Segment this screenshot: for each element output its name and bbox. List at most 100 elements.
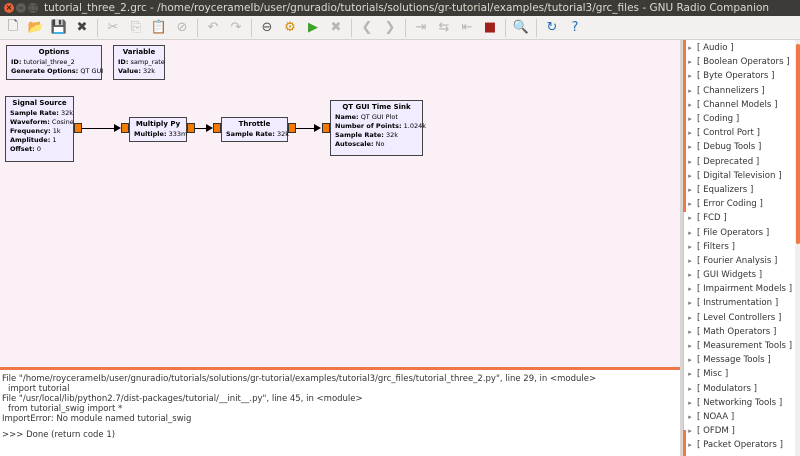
console-line: import tutorial: [8, 384, 70, 394]
signal-source-block[interactable]: Signal Source Sample Rate: 32k Waveform:…: [5, 96, 74, 162]
expander-icon[interactable]: ▸: [684, 214, 696, 222]
execute-icon[interactable]: ▶: [303, 18, 323, 38]
window-maximize-button[interactable]: □: [28, 3, 38, 13]
expander-icon[interactable]: ▸: [684, 243, 696, 251]
reload-icon[interactable]: ↻: [542, 18, 562, 38]
tree-category[interactable]: ▸[ Error Coding ]: [684, 197, 800, 211]
save-icon[interactable]: 💾: [49, 18, 69, 38]
window-minimize-button[interactable]: –: [16, 3, 26, 13]
qt-gui-time-sink-block[interactable]: QT GUI Time Sink Name: QT GUI Plot Numbe…: [330, 100, 426, 156]
tree-category[interactable]: ▸[ Misc ]: [684, 367, 800, 381]
tree-category[interactable]: ▸[ Modulators ]: [684, 382, 800, 396]
variable-block[interactable]: Variable ID: samp_rate Value: 32k: [113, 45, 165, 80]
tree-category[interactable]: ▸[ Math Operators ]: [684, 325, 800, 339]
flowgraph-canvas[interactable]: Options ID: tutorial_three_2 Generate Op…: [0, 40, 680, 367]
tree-scrollbar[interactable]: [795, 40, 800, 456]
tree-category[interactable]: ▸[ Impairment Models ]: [684, 282, 800, 296]
tree-accent: [683, 430, 686, 456]
tree-category[interactable]: ▸[ GUI Widgets ]: [684, 268, 800, 282]
tree-category[interactable]: ▸[ FCD ]: [684, 211, 800, 225]
undo-icon[interactable]: ↶: [203, 18, 223, 38]
block-param: Autoscale: No: [335, 140, 385, 148]
tree-scrollbar-thumb[interactable]: [796, 44, 800, 244]
connection-wire: [195, 128, 206, 129]
window-close-button[interactable]: ×: [4, 3, 14, 13]
tree-category[interactable]: ▸[ Deprecated ]: [684, 155, 800, 169]
multiply-py-out-port[interactable]: [187, 123, 195, 133]
tree-category[interactable]: ▸[ Coding ]: [684, 112, 800, 126]
multiply-py-block[interactable]: Multiply Py Multiple: 333m: [129, 117, 187, 142]
generate-icon[interactable]: ⚙: [280, 18, 300, 38]
expander-icon[interactable]: ▸: [684, 385, 696, 393]
tree-category[interactable]: ▸[ Level Controllers ]: [684, 311, 800, 325]
expander-icon[interactable]: ▸: [684, 299, 696, 307]
kill-icon[interactable]: ✖: [326, 18, 346, 38]
copy-icon[interactable]: ⎘: [126, 18, 146, 38]
tree-category-label: [ Debug Tools ]: [697, 142, 762, 153]
find-icon[interactable]: 🔍: [511, 18, 531, 38]
toolbar-separator: [97, 18, 98, 37]
throttle-in-port[interactable]: [213, 123, 221, 133]
tree-category-label: [ OFDM ]: [697, 426, 735, 437]
open-icon[interactable]: 📂: [26, 18, 46, 38]
tree-category[interactable]: ▸[ NOAA ]: [684, 410, 800, 424]
expander-icon[interactable]: ▸: [684, 285, 696, 293]
block-title: QT GUI Time Sink: [342, 103, 411, 111]
tree-category[interactable]: ▸[ Digital Television ]: [684, 169, 800, 183]
new-icon[interactable]: 🗋: [3, 18, 23, 38]
disable-icon[interactable]: ⊖: [257, 18, 277, 38]
multiply-py-in-port[interactable]: [121, 123, 129, 133]
bypass-icon[interactable]: ⇆: [434, 18, 454, 38]
block-param: Frequency: 1k: [10, 127, 61, 135]
tree-category[interactable]: ▸[ Channel Models ]: [684, 98, 800, 112]
tree-category[interactable]: ▸[ Filters ]: [684, 240, 800, 254]
tree-category-label: [ Misc ]: [697, 369, 729, 380]
tree-category[interactable]: ▸[ Packet Operators ]: [684, 438, 800, 452]
delete-icon[interactable]: ⊘: [172, 18, 192, 38]
tree-category[interactable]: ▸[ Debug Tools ]: [684, 140, 800, 154]
redo-icon[interactable]: ↷: [226, 18, 246, 38]
options-block[interactable]: Options ID: tutorial_three_2 Generate Op…: [6, 45, 103, 80]
tree-category[interactable]: ▸[ Fourier Analysis ]: [684, 254, 800, 268]
tree-category-label: [ File Operators ]: [697, 227, 770, 238]
expander-icon[interactable]: ▸: [684, 356, 696, 364]
expander-icon[interactable]: ▸: [684, 314, 696, 322]
expander-icon[interactable]: ▸: [684, 399, 696, 407]
tree-category[interactable]: ▸[ Byte Operators ]: [684, 69, 800, 83]
throttle-block[interactable]: Throttle Sample Rate: 32k: [221, 117, 289, 142]
tree-category[interactable]: ▸[ Audio ]: [684, 41, 800, 55]
tree-category[interactable]: ▸[ OFDM ]: [684, 424, 800, 438]
tree-category[interactable]: ▸[ Instrumentation ]: [684, 296, 800, 310]
tree-category[interactable]: ▸[ Measurement Tools ]: [684, 339, 800, 353]
expander-icon[interactable]: ▸: [684, 257, 696, 265]
disable-block-icon[interactable]: ⇤: [457, 18, 477, 38]
help-icon[interactable]: ?: [565, 18, 585, 38]
tree-category[interactable]: ▸[ Message Tools ]: [684, 353, 800, 367]
stop-icon[interactable]: ■: [480, 18, 500, 38]
block-library-tree[interactable]: ▸[ Audio ] ▸[ Boolean Operators ] ▸[ Byte …: [683, 40, 800, 456]
expander-icon[interactable]: ▸: [684, 229, 696, 237]
enable-icon[interactable]: ⇥: [411, 18, 431, 38]
cut-icon[interactable]: ✂: [103, 18, 123, 38]
rotate-left-icon[interactable]: ❮: [357, 18, 377, 38]
console-output[interactable]: File "/home/roycerameIb/user/gnuradio/tu…: [0, 370, 683, 456]
expander-icon[interactable]: ▸: [684, 328, 696, 336]
tree-category[interactable]: ▸[ Boolean Operators ]: [684, 55, 800, 69]
tree-category[interactable]: ▸[ File Operators ]: [684, 225, 800, 239]
throttle-out-port[interactable]: [288, 123, 296, 133]
expander-icon[interactable]: ▸: [684, 342, 696, 350]
expander-icon[interactable]: ▸: [684, 370, 696, 378]
signal-source-out-port[interactable]: [74, 123, 82, 133]
time-sink-in-port[interactable]: [322, 123, 330, 133]
rotate-right-icon[interactable]: ❯: [380, 18, 400, 38]
expander-icon[interactable]: ▸: [684, 271, 696, 279]
window-controls: × – □: [0, 3, 44, 13]
tree-category[interactable]: ▸[ Control Port ]: [684, 126, 800, 140]
expander-icon[interactable]: ▸: [684, 413, 696, 421]
toolbar: 🗋 📂 💾 ✖ ✂ ⎘ 📋 ⊘ ↶ ↷ ⊖ ⚙ ▶ ✖ ❮ ❯ ⇥ ⇆ ⇤ ■ 🔍 ↻?: [0, 16, 800, 40]
paste-icon[interactable]: 📋: [149, 18, 169, 38]
tree-category[interactable]: ▸[ Channelizers ]: [684, 84, 800, 98]
tree-category[interactable]: ▸[ Networking Tools ]: [684, 396, 800, 410]
close-icon[interactable]: ✖: [72, 18, 92, 38]
tree-category[interactable]: ▸[ Equalizers ]: [684, 183, 800, 197]
